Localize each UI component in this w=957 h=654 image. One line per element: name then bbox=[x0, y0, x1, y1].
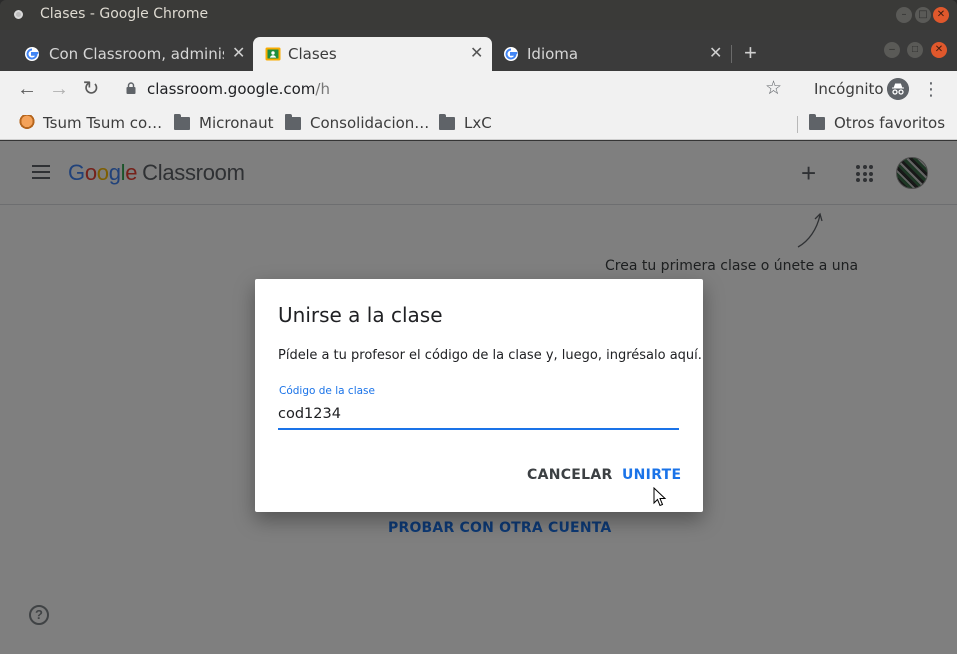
tab-strip: Con Classroom, administ ✕ Clases ✕ Idiom… bbox=[0, 30, 957, 71]
class-code-label: Código de la clase bbox=[279, 385, 375, 397]
minimize-icon[interactable]: – bbox=[896, 7, 912, 23]
join-button[interactable]: UNIRTE bbox=[622, 467, 681, 483]
address-bar[interactable]: classroom.google.com/h ☆ bbox=[113, 75, 796, 103]
close-window-icon[interactable]: ✕ bbox=[933, 7, 949, 23]
incognito-icon[interactable] bbox=[887, 78, 909, 100]
browser-window: Clases - Google Chrome – □ ✕ Con Classro… bbox=[0, 0, 957, 654]
lock-icon bbox=[126, 82, 136, 94]
browser-toolbar: ← → ↻ classroom.google.com/h ☆ Incógnito… bbox=[0, 71, 957, 107]
bookmark-micronaut[interactable]: Micronaut bbox=[174, 113, 273, 133]
google-g-icon bbox=[25, 47, 39, 61]
minimize-icon[interactable]: – bbox=[884, 42, 900, 58]
join-class-dialog: Unirse a la clase Pídele a tu profesor e… bbox=[255, 279, 703, 512]
url-host: classroom.google.com bbox=[147, 80, 316, 98]
incognito-label: Incógnito bbox=[814, 80, 884, 98]
reload-icon[interactable]: ↻ bbox=[79, 77, 103, 101]
folder-icon bbox=[809, 113, 825, 130]
window-title: Clases - Google Chrome bbox=[40, 6, 209, 22]
close-tab-icon[interactable]: ✕ bbox=[470, 43, 483, 62]
forward-icon[interactable]: → bbox=[47, 77, 71, 101]
folder-icon bbox=[285, 113, 301, 130]
bookmark-label: Consolidacion… bbox=[310, 114, 430, 132]
bookmark-tsum-tsum[interactable]: Tsum Tsum co… bbox=[19, 113, 162, 133]
bookmarks-separator bbox=[797, 116, 798, 133]
tab-clases[interactable]: Clases ✕ bbox=[253, 37, 492, 71]
maximize-icon[interactable]: □ bbox=[915, 7, 931, 23]
tab-label: Con Classroom, administ bbox=[49, 45, 224, 63]
maximize-icon[interactable]: □ bbox=[907, 42, 923, 58]
window-icon bbox=[14, 10, 23, 19]
bookmark-label: Tsum Tsum co… bbox=[43, 114, 163, 132]
close-window-icon[interactable]: ✕ bbox=[931, 42, 947, 58]
class-code-input[interactable] bbox=[278, 404, 679, 430]
url-text: classroom.google.com/h bbox=[147, 80, 330, 98]
tab-separator bbox=[731, 45, 732, 63]
back-icon[interactable]: ← bbox=[15, 77, 39, 101]
bookmark-star-icon[interactable]: ☆ bbox=[765, 77, 782, 100]
mouse-cursor-icon bbox=[653, 487, 667, 507]
bookmarks-bar: Tsum Tsum co… Micronaut Consolidacion… L… bbox=[0, 107, 957, 140]
tab-label: Idioma bbox=[527, 45, 579, 63]
url-path: /h bbox=[315, 80, 330, 98]
folder-icon bbox=[439, 113, 455, 130]
tab-con-classroom[interactable]: Con Classroom, administ ✕ bbox=[0, 37, 250, 71]
classroom-icon bbox=[265, 47, 281, 61]
classroom-page: GoogleClassroom + Crea tu primera clase … bbox=[0, 141, 957, 654]
folder-icon bbox=[174, 113, 190, 130]
close-tab-icon[interactable]: ✕ bbox=[709, 43, 722, 62]
new-tab-icon[interactable]: + bbox=[744, 42, 757, 64]
cancel-button[interactable]: CANCELAR bbox=[527, 467, 613, 483]
close-tab-icon[interactable]: ✕ bbox=[232, 43, 245, 62]
tsum-favicon bbox=[19, 115, 35, 131]
chrome-menu-icon[interactable]: ⋮ bbox=[922, 76, 940, 102]
tab-label: Clases bbox=[288, 45, 337, 63]
bookmark-otros-favoritos[interactable]: Otros favoritos bbox=[809, 113, 945, 133]
bookmark-consolidacion[interactable]: Consolidacion… bbox=[285, 113, 429, 133]
bookmark-label: LxC bbox=[464, 114, 492, 132]
tab-idioma[interactable]: Idioma ✕ bbox=[492, 37, 730, 71]
dialog-title: Unirse a la clase bbox=[278, 303, 443, 327]
google-g-icon bbox=[504, 47, 518, 61]
bookmark-label: Otros favoritos bbox=[834, 114, 946, 132]
dialog-description: Pídele a tu profesor el código de la cla… bbox=[278, 348, 702, 363]
title-bar: Clases - Google Chrome – □ ✕ bbox=[0, 0, 957, 30]
bookmark-lxc[interactable]: LxC bbox=[439, 113, 492, 133]
bookmark-label: Micronaut bbox=[199, 114, 274, 132]
